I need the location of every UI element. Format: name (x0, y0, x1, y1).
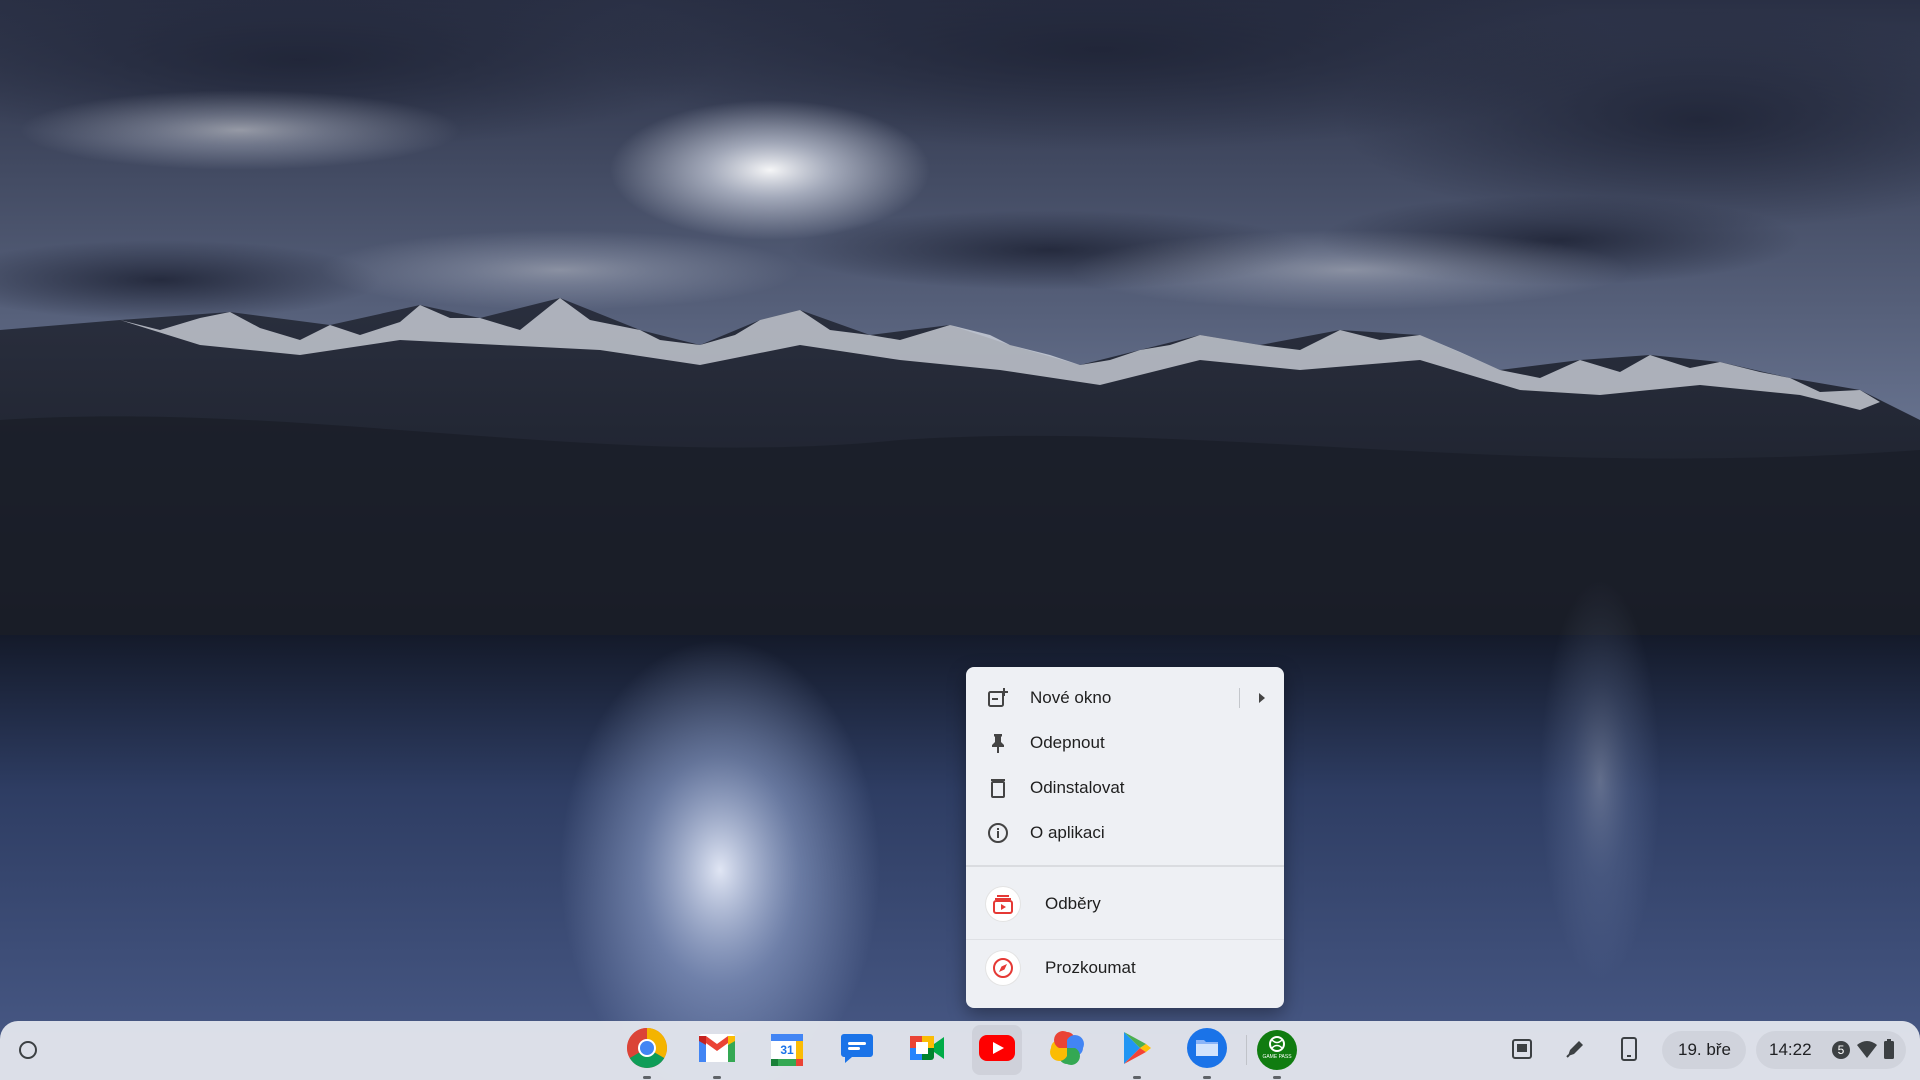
menu-item-label: Odepnout (1030, 733, 1105, 752)
running-indicator (643, 1076, 651, 1079)
shelf-app-files[interactable] (1186, 1027, 1228, 1079)
gmail-icon (698, 1033, 736, 1068)
app-context-menu: Nové okno Odepnout Odinstalovat O aplika… (966, 667, 1284, 1008)
phone-hub-icon[interactable] (1613, 1033, 1645, 1065)
photos-icon (1049, 1030, 1085, 1071)
submenu-divider (1239, 688, 1240, 708)
menu-item-label: Nové okno (1030, 688, 1112, 707)
shelf-app-youtube[interactable] (972, 1025, 1022, 1075)
chrome-icon (626, 1027, 668, 1074)
calendar-icon: 31 (770, 1033, 804, 1067)
info-icon (986, 821, 1010, 845)
shelf-app-game-pass[interactable]: GAME PASS (1256, 1029, 1298, 1079)
menu-item-app-info[interactable]: O aplikaci (966, 812, 1284, 854)
chat-icon (840, 1032, 874, 1069)
stylus-icon[interactable] (1559, 1033, 1591, 1065)
date-tray[interactable]: 19. bře (1662, 1031, 1746, 1069)
running-indicator (1203, 1076, 1211, 1079)
battery-icon (1884, 1039, 1894, 1064)
meet-icon (909, 1033, 945, 1068)
launcher-icon[interactable] (19, 1041, 37, 1059)
trash-icon (986, 776, 1010, 800)
menu-item-uninstall[interactable]: Odinstalovat (966, 767, 1284, 809)
shortcut-label: Odběry (1045, 894, 1101, 913)
calendar-date-label: 31 (780, 1043, 794, 1057)
xbox-game-pass-icon: GAME PASS (1256, 1029, 1298, 1071)
shelf-app-chrome[interactable] (626, 1027, 668, 1079)
shortcut-subscriptions[interactable]: Odběry (966, 876, 1284, 932)
date-text: 19. bře (1678, 1040, 1731, 1059)
holding-space-icon[interactable] (1506, 1033, 1538, 1065)
desktop-wallpaper (0, 0, 1920, 1080)
time-text: 14:22 (1769, 1040, 1812, 1059)
menu-item-label: O aplikaci (1030, 823, 1105, 842)
notification-count: 5 (1837, 1043, 1845, 1057)
running-indicator (1133, 1076, 1141, 1079)
youtube-icon (978, 1034, 1016, 1067)
play-store-icon (1122, 1031, 1152, 1070)
new-window-icon (986, 686, 1010, 710)
notification-count-badge: 5 (1832, 1041, 1850, 1059)
menu-item-label: Odinstalovat (1030, 778, 1125, 797)
shortcut-label: Prozkoumat (1045, 958, 1136, 977)
files-icon (1186, 1027, 1228, 1074)
shelf: 31 GAME PASS 19. bře 14:22 5 (0, 1021, 1920, 1080)
running-indicator (713, 1076, 721, 1079)
menu-item-new-window[interactable]: Nové okno (966, 677, 1284, 719)
status-area[interactable]: 14:22 5 (1756, 1031, 1906, 1069)
shelf-app-gmail[interactable] (696, 1029, 738, 1079)
shelf-app-play-store[interactable] (1116, 1029, 1158, 1079)
shortcut-explore[interactable]: Prozkoumat (966, 939, 1284, 997)
unpin-icon (986, 731, 1010, 755)
game-pass-label: GAME PASS (1262, 1054, 1292, 1060)
submenu-arrow-icon[interactable] (1259, 693, 1265, 703)
shelf-app-calendar[interactable]: 31 (766, 1029, 808, 1071)
wifi-icon (1857, 1041, 1877, 1064)
subscriptions-icon (986, 887, 1020, 921)
shelf-app-photos[interactable] (1046, 1029, 1088, 1071)
running-indicator (1273, 1076, 1281, 1079)
shelf-divider (1246, 1035, 1247, 1065)
menu-divider (966, 865, 1284, 867)
explore-icon (986, 951, 1020, 985)
shelf-app-meet[interactable] (906, 1029, 948, 1071)
menu-item-unpin[interactable]: Odepnout (966, 722, 1284, 764)
shelf-app-chat[interactable] (836, 1029, 878, 1071)
